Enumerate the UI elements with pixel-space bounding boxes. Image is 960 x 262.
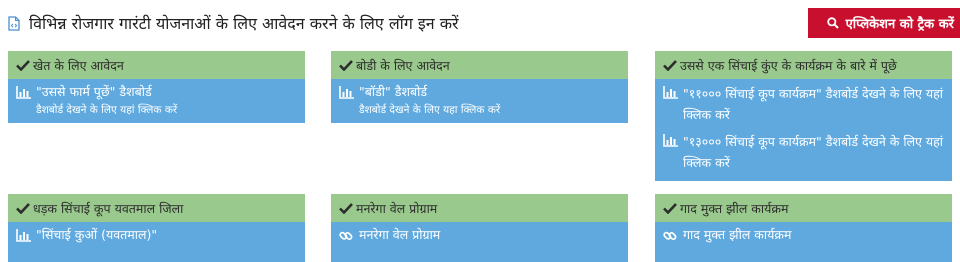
search-icon (826, 17, 839, 29)
link-icon (663, 231, 677, 241)
checkmark-icon (16, 203, 30, 214)
checkmark-icon (339, 203, 353, 214)
panel-heading: गाद मुक्त झील कार्यक्रम (680, 200, 789, 216)
bar-chart-icon (663, 134, 678, 147)
item-title: "सिंचाई कुओं (यवतमाल)" (36, 227, 158, 242)
item-title: "उससे फार्म पूछें" डैशबोर्ड (36, 84, 152, 99)
panel-body: गाद मुक्त झील कार्यक्रम (655, 222, 952, 262)
dashboard-link-yavatmal-wells[interactable]: "सिंचाई कुओं (यवतमाल)" (16, 226, 299, 244)
item-title: "१३००० सिंचाई कूप कार्यक्रम" डैशबोर्ड दे… (683, 134, 944, 170)
item-title: "बॉडी" डैशबोर्ड (359, 84, 428, 99)
track-application-button[interactable]: एप्लिकेशन को ट्रैक करें (808, 8, 960, 38)
item-title: "११००० सिंचाई कूप कार्यक्रम" डैशबोर्ड दे… (683, 86, 944, 122)
dashboard-link-13000-wells[interactable]: "१३००० सिंचाई कूप कार्यक्रम" डैशबोर्ड दे… (663, 131, 946, 173)
track-button-label: एप्लिकेशन को ट्रैक करें (845, 17, 954, 32)
checkmark-icon (16, 60, 30, 71)
checkmark-icon (663, 203, 677, 214)
panel-body: "उससे फार्म पूछें" डैशबोर्ड डैशबोर्ड देख… (8, 79, 305, 123)
panel-heading: मनरेगा वेल प्रोग्राम (356, 200, 438, 216)
bar-chart-icon (663, 86, 678, 99)
checkmark-icon (663, 60, 677, 71)
page-title: विभिन्न रोजगार गारंटी योजनाओं के लिए आवे… (29, 14, 459, 33)
panel-header: बोडी के लिए आवेदन (331, 51, 628, 79)
panel-header: धड़क सिंचाई कूप यवतमाल जिला (8, 194, 305, 222)
panel-header: गाद मुक्त झील कार्यक्रम (655, 194, 952, 222)
panel-heading: खेत के लिए आवेदन (33, 57, 124, 73)
panel-heading: उससे एक सिंचाई कुंए के कार्यक्रम के बारे… (680, 57, 897, 73)
dashboard-link-11000-wells[interactable]: "११००० सिंचाई कूप कार्यक्रम" डैशबोर्ड दे… (663, 83, 946, 125)
panel-farm: खेत के लिए आवेदन "उससे फार्म पूछें" डैशब… (8, 51, 305, 123)
title-row: विभिन्न रोजगार गारंटी योजनाओं के लिए आवे… (8, 8, 960, 38)
dashboard-link-farm[interactable]: "उससे फार्म पूछें" डैशबोर्ड डैशबोर्ड देख… (16, 83, 299, 119)
bar-chart-icon (16, 229, 31, 242)
link-icon (339, 231, 353, 241)
document-icon (8, 16, 20, 31)
panel-body: मनरेगा वेल प्रोग्राम (331, 222, 628, 262)
panel-bodi: बोडी के लिए आवेदन "बॉडी" डैशबोर्ड डैशबोर… (331, 51, 628, 123)
item-subtitle: डैशबोर्ड देखने के लिए यहां क्लिक करें (36, 104, 178, 116)
item-subtitle: डैशबोर्ड देखने के लिए यहा क्लिक करें (359, 104, 501, 116)
item-title: गाद मुक्त झील कार्यक्रम (683, 227, 792, 242)
panel-header: खेत के लिए आवेदन (8, 51, 305, 79)
panel-body: "सिंचाई कुओं (यवतमाल)" (8, 222, 305, 262)
link-silt-free-lake-program[interactable]: गाद मुक्त झील कार्यक्रम (663, 226, 946, 244)
panel-irrigation-well: उससे एक सिंचाई कुंए के कार्यक्रम के बारे… (655, 51, 952, 181)
bar-chart-icon (339, 86, 354, 99)
panel-silt-free-lake: गाद मुक्त झील कार्यक्रम गाद मुक्त झील का… (655, 194, 952, 262)
checkmark-icon (339, 60, 353, 71)
panel-heading: धड़क सिंचाई कूप यवतमाल जिला (33, 200, 184, 216)
dashboard-link-bodi[interactable]: "बॉडी" डैशबोर्ड डैशबोर्ड देखने के लिए यह… (339, 83, 622, 119)
item-title: मनरेगा वेल प्रोग्राम (359, 227, 441, 242)
bar-chart-icon (16, 86, 31, 99)
link-mgnrega-well-program[interactable]: मनरेगा वेल प्रोग्राम (339, 226, 622, 244)
panel-heading: बोडी के लिए आवेदन (356, 57, 450, 73)
panel-header: उससे एक सिंचाई कुंए के कार्यक्रम के बारे… (655, 51, 952, 79)
panel-header: मनरेगा वेल प्रोग्राम (331, 194, 628, 222)
panel-mgnrega-well: मनरेगा वेल प्रोग्राम मनरेगा वेल प्रोग्रा… (331, 194, 628, 262)
panel-body: "बॉडी" डैशबोर्ड डैशबोर्ड देखने के लिए यह… (331, 79, 628, 123)
panel-body: "११००० सिंचाई कूप कार्यक्रम" डैशबोर्ड दे… (655, 79, 952, 181)
panel-dhadak-wells: धड़क सिंचाई कूप यवतमाल जिला "सिंचाई कुओं… (8, 194, 305, 262)
